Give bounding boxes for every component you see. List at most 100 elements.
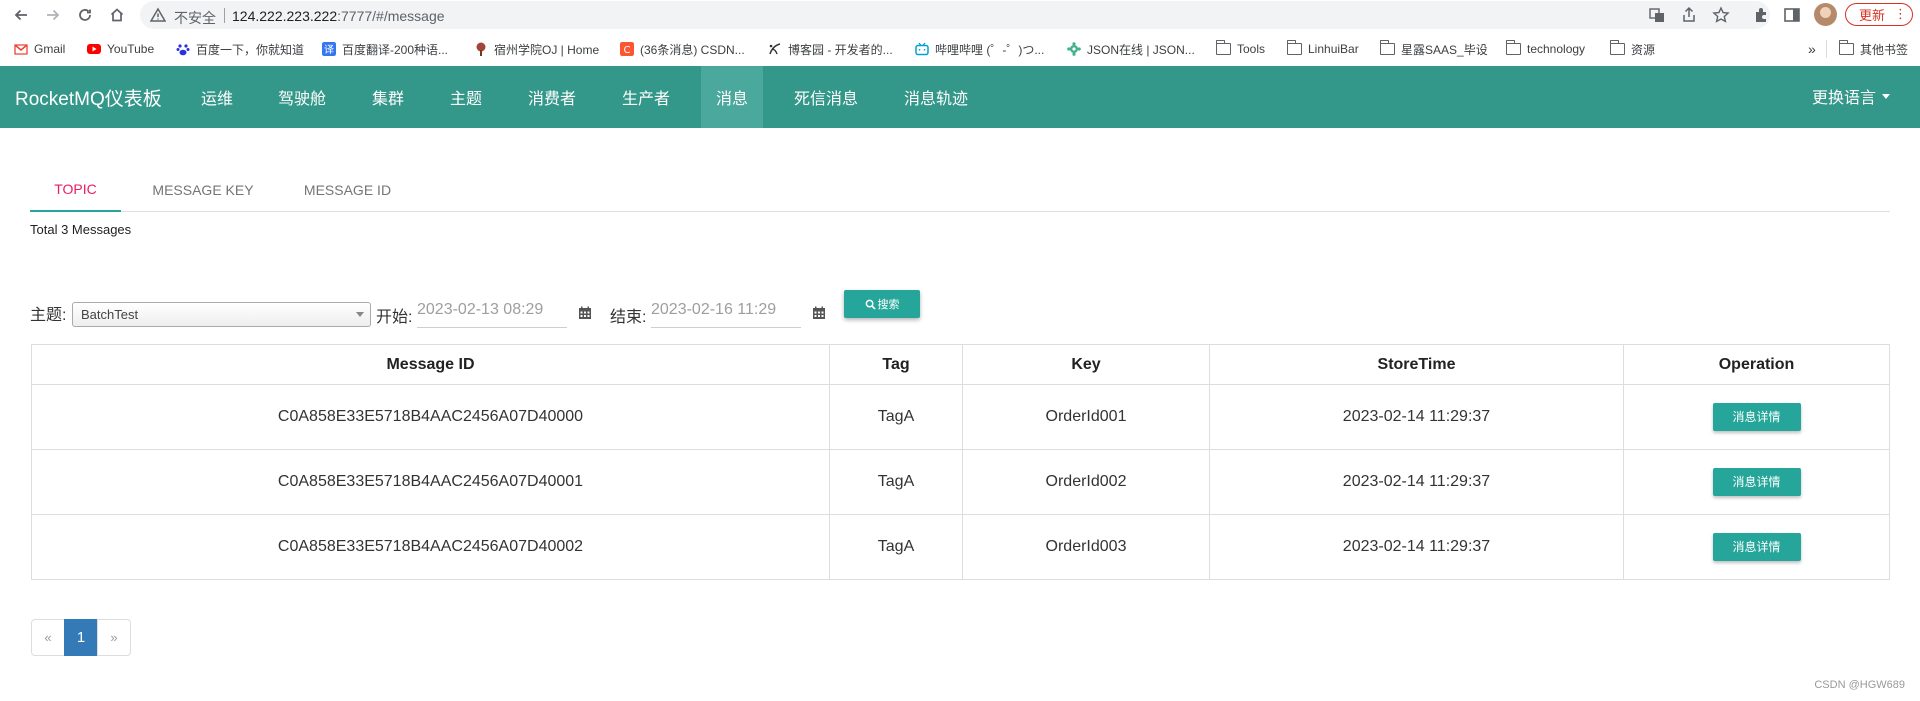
folder-icon: [1505, 40, 1521, 55]
url-path: :7777/#/message: [337, 8, 445, 24]
bookmark-folder-technology[interactable]: technology: [1505, 40, 1585, 58]
watermark: CSDN @HGW689: [1814, 679, 1905, 691]
home-icon[interactable]: [106, 4, 128, 26]
profile-avatar[interactable]: [1814, 3, 1837, 26]
nav-item-producer[interactable]: 生产者: [607, 66, 685, 128]
language-label: 更换语言: [1811, 90, 1876, 107]
bookmark-cnblogs[interactable]: 博客园 - 开发者的...: [768, 40, 893, 58]
tab-message-key[interactable]: MESSAGE KEY: [138, 167, 268, 212]
forward-icon[interactable]: [42, 4, 64, 26]
bookmark-folder-linhuibar[interactable]: LinhuiBar: [1286, 40, 1359, 58]
nav-item-topic[interactable]: 主题: [435, 66, 497, 128]
column-header-operation: Operation: [1623, 344, 1890, 385]
column-header-tag: Tag: [829, 344, 963, 385]
side-panel-icon[interactable]: [1782, 5, 1802, 25]
bookmark-suzhou-oj[interactable]: 宿州学院OJ | Home: [474, 40, 599, 58]
nav-item-ops[interactable]: 运维: [186, 66, 248, 128]
table-header-row: Message ID Tag Key StoreTime Operation: [31, 344, 1890, 385]
bookmark-json[interactable]: JSON在线 | JSON...: [1067, 40, 1195, 58]
url-text: 124.222.223.222:7777/#/message: [232, 8, 445, 24]
operation-cell: 消息详情: [1623, 449, 1890, 515]
back-icon[interactable]: [10, 4, 32, 26]
pagination-page-1[interactable]: 1: [64, 619, 98, 656]
start-date-input[interactable]: 2023-02-13 08:29: [417, 298, 567, 328]
baidu-icon: [176, 44, 190, 56]
bookmark-folder-other[interactable]: 其他书签: [1838, 40, 1908, 58]
share-icon[interactable]: [1680, 6, 1698, 24]
bookmarks-overflow-button[interactable]: »: [1808, 40, 1816, 58]
extensions-icon[interactable]: [1752, 5, 1772, 25]
key-cell: OrderId002: [962, 449, 1210, 515]
message-detail-button[interactable]: 消息详情: [1712, 403, 1801, 431]
url-host: 124.222.223.222: [232, 8, 338, 24]
nav-item-consumer[interactable]: 消费者: [513, 66, 591, 128]
message-detail-button[interactable]: 消息详情: [1712, 533, 1801, 561]
message-table: Message ID Tag Key StoreTime Operation C…: [31, 344, 1890, 580]
topic-select[interactable]: BatchTest: [72, 302, 371, 327]
translate-icon: 译: [322, 42, 336, 56]
bookmarks-bar: Gmail YouTube 百度一下，你就知道 译 百度翻译-200种语... …: [0, 35, 1920, 63]
nav-item-cluster[interactable]: 集群: [357, 66, 419, 128]
tab-message-id[interactable]: MESSAGE ID: [285, 167, 410, 212]
calendar-icon[interactable]: [578, 306, 592, 320]
warning-icon: [150, 7, 166, 22]
search-button[interactable]: 搜索: [844, 290, 920, 318]
dropdown-arrow-icon: [356, 312, 364, 317]
bookmark-folder-tools[interactable]: Tools: [1215, 40, 1265, 58]
column-header-message-id: Message ID: [31, 344, 830, 385]
storetime-cell: 2023-02-14 11:29:37: [1209, 384, 1624, 450]
json-icon: [1067, 42, 1081, 56]
nav-item-message[interactable]: 消息: [701, 66, 763, 128]
column-header-storetime: StoreTime: [1209, 344, 1624, 385]
update-button[interactable]: 更新 ⋮: [1845, 3, 1913, 26]
address-separator: [224, 8, 225, 23]
bookmarks-divider: [1826, 40, 1827, 58]
pagination-prev-button[interactable]: «: [31, 619, 65, 656]
brand-title[interactable]: RocketMQ仪表板: [15, 84, 162, 111]
end-date-input[interactable]: 2023-02-16 11:29: [651, 298, 801, 328]
translate-page-icon[interactable]: [1648, 6, 1666, 24]
bilibili-icon: [915, 42, 929, 56]
insecure-label: 不安全: [174, 10, 216, 26]
address-bar[interactable]: 不安全 124.222.223.222:7777/#/message: [140, 1, 1770, 29]
caret-down-icon: [1882, 93, 1890, 99]
pagination: « 1 »: [31, 619, 131, 656]
tab-topic[interactable]: TOPIC: [30, 167, 121, 212]
bookmark-baidu[interactable]: 百度一下，你就知道: [176, 40, 304, 58]
folder-icon: [1215, 40, 1231, 55]
bookmark-csdn[interactable]: C (36条消息) CSDN...: [620, 40, 745, 58]
tag-cell: TagA: [829, 384, 963, 450]
end-label: 结束:: [610, 309, 647, 326]
message-id-cell: C0A858E33E5718B4AAC2456A07D40000: [31, 384, 830, 450]
more-menu-icon[interactable]: ⋮: [1894, 7, 1907, 20]
bookmark-star-icon[interactable]: [1712, 6, 1730, 24]
total-messages: Total 3 Messages: [30, 222, 132, 237]
operation-cell: 消息详情: [1623, 384, 1890, 450]
language-dropdown[interactable]: 更换语言: [1812, 84, 1890, 108]
reload-icon[interactable]: [74, 4, 96, 26]
table-row: C0A858E33E5718B4AAC2456A07D40001 TagA Or…: [31, 449, 1890, 515]
folder-icon: [1609, 40, 1625, 55]
gmail-icon: [14, 44, 28, 55]
app-navbar: RocketMQ仪表板 运维 驾驶舱 集群 主题 消费者 生产者 消息 死信消息…: [0, 66, 1920, 128]
bookmark-folder-resources[interactable]: 资源: [1609, 40, 1655, 58]
tag-cell: TagA: [829, 449, 963, 515]
bookmark-folder-saas[interactable]: 星露SAAS_毕设: [1379, 40, 1488, 58]
start-label: 开始:: [376, 309, 413, 326]
message-detail-button[interactable]: 消息详情: [1712, 468, 1801, 496]
table-row: C0A858E33E5718B4AAC2456A07D40002 TagA Or…: [31, 514, 1890, 580]
bookmark-baidu-translate[interactable]: 译 百度翻译-200种语...: [322, 40, 448, 58]
csdn-icon: C: [620, 42, 634, 56]
nav-item-dlq[interactable]: 死信消息: [779, 66, 873, 128]
nav-item-trace[interactable]: 消息轨迹: [889, 66, 983, 128]
calendar-icon[interactable]: [812, 306, 826, 320]
nav-item-dashboard[interactable]: 驾驶舱: [263, 66, 341, 128]
bookmark-youtube[interactable]: YouTube: [87, 40, 154, 58]
search-icon: [865, 299, 876, 310]
message-id-cell: C0A858E33E5718B4AAC2456A07D40001: [31, 449, 830, 515]
tag-cell: TagA: [829, 514, 963, 580]
pagination-next-button[interactable]: »: [97, 619, 131, 656]
bookmark-gmail[interactable]: Gmail: [14, 40, 65, 58]
bookmark-bilibili[interactable]: 哔哩哔哩 (゜-゜)つ...: [915, 40, 1044, 58]
tree-icon: [476, 42, 486, 56]
